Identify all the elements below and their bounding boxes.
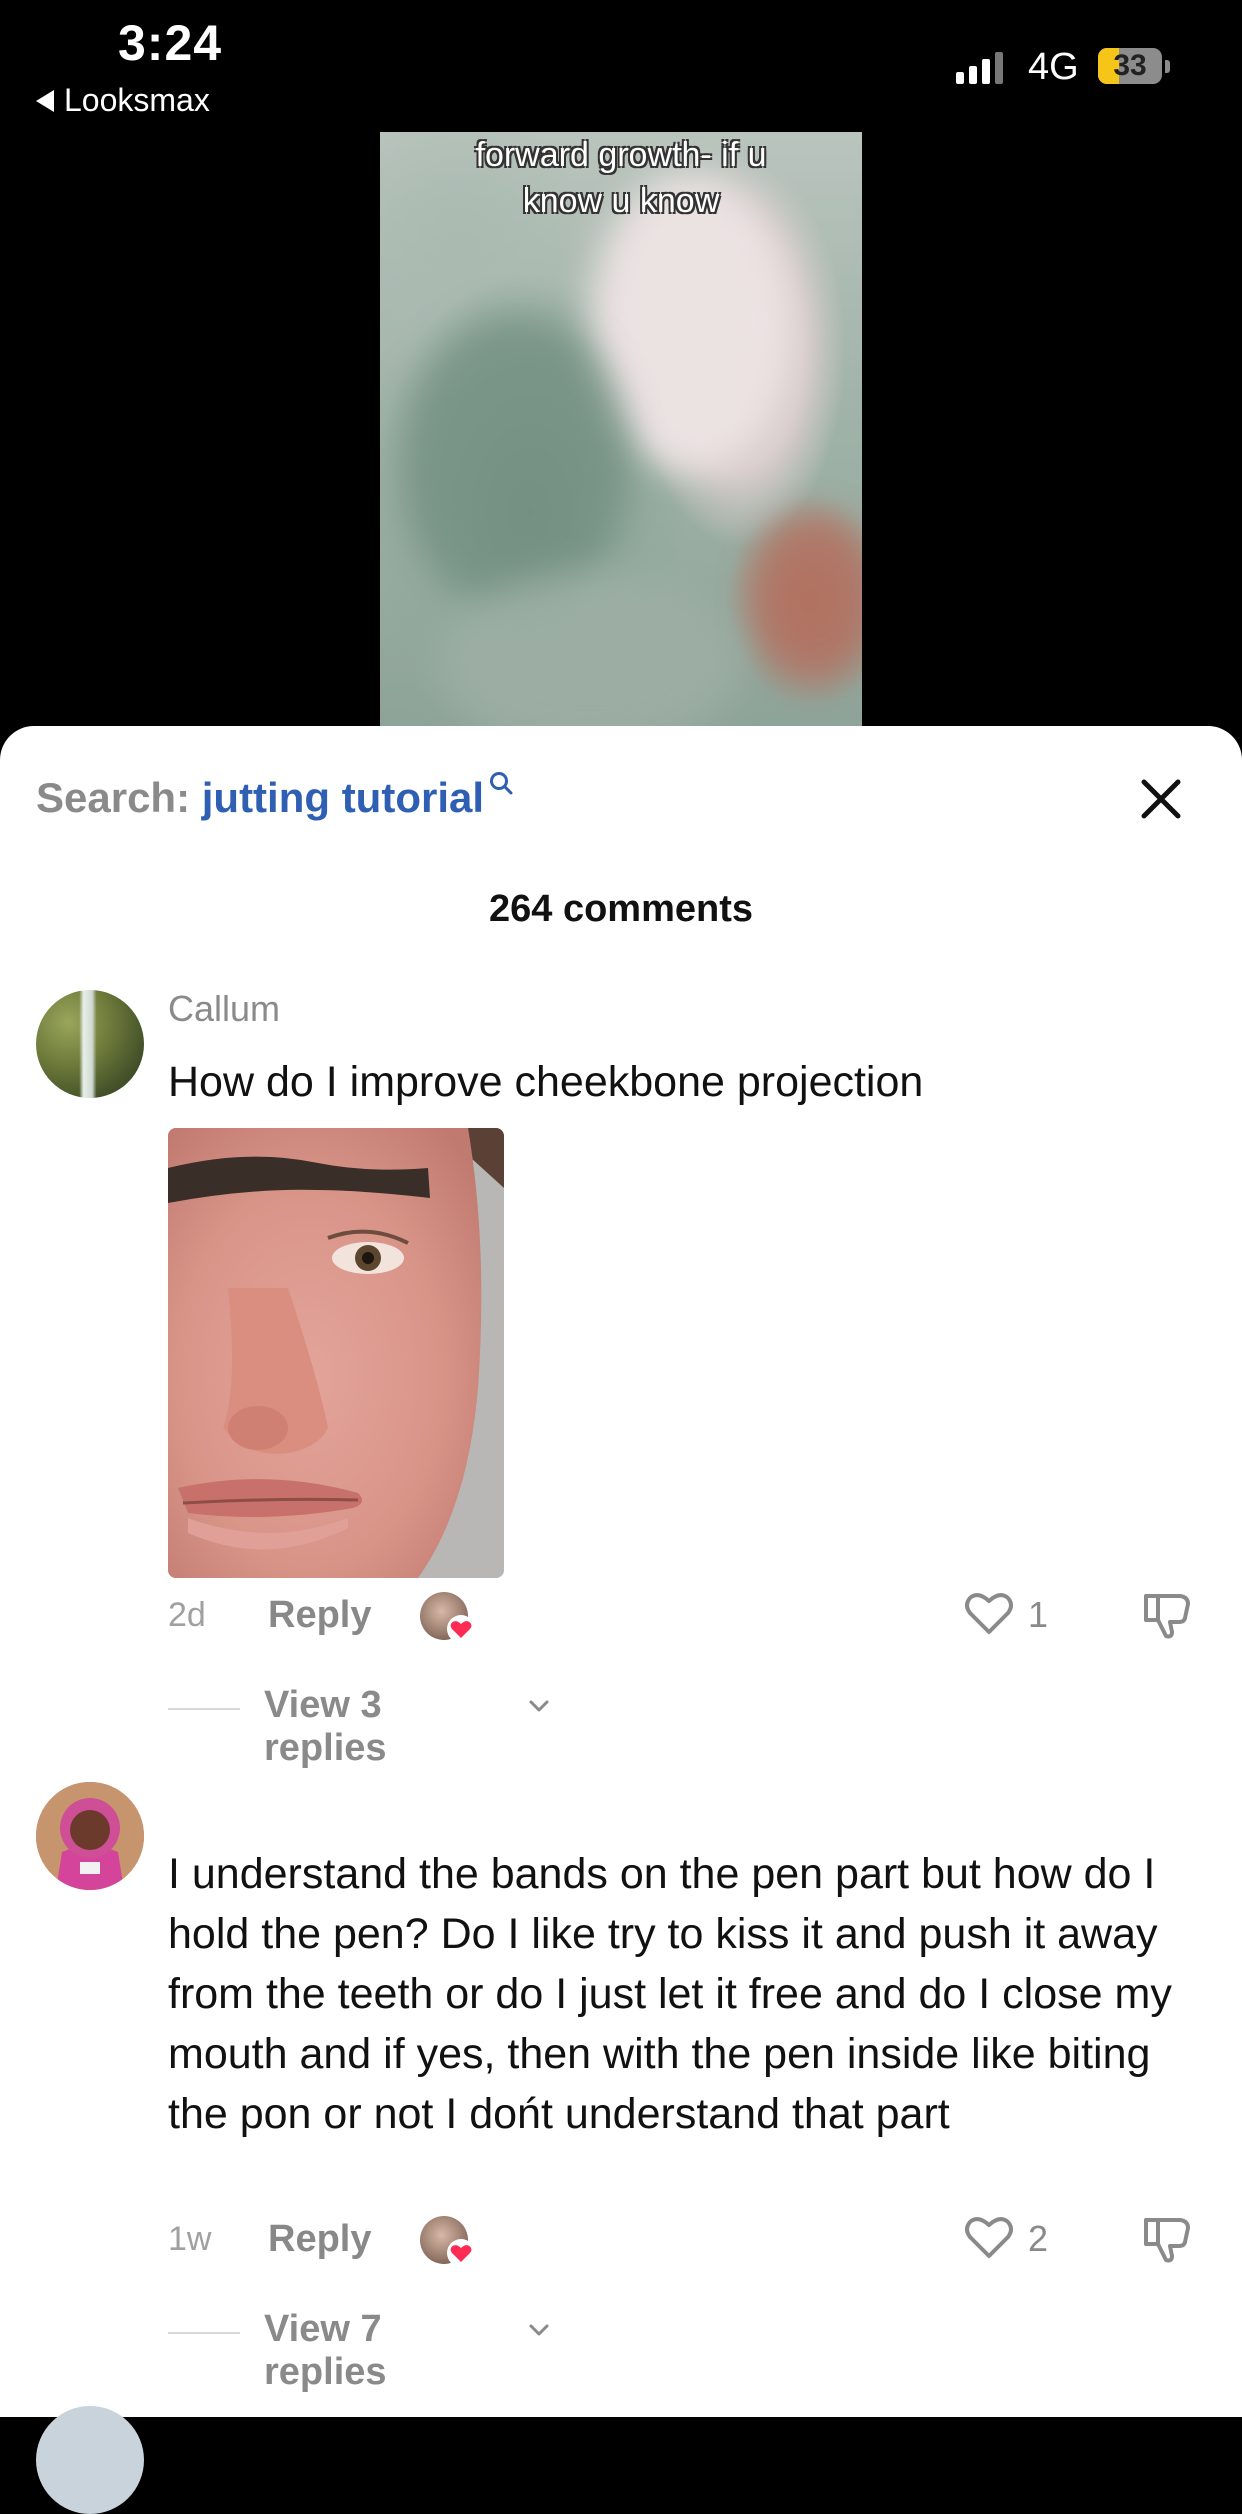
like-count: 1 bbox=[1028, 1594, 1049, 1635]
signal-icon bbox=[956, 50, 1003, 84]
battery-icon: 33 bbox=[1098, 48, 1162, 84]
search-label: Search: bbox=[36, 774, 191, 821]
comments-sheet: Search: jutting tutorial 264 comments Ca… bbox=[0, 726, 1242, 2514]
view-replies-label: View 7 replies bbox=[264, 2308, 387, 2393]
comment-actions: 2d Reply 1 bbox=[168, 1588, 1198, 1648]
avatar[interactable] bbox=[36, 990, 144, 1098]
dislike-icon[interactable] bbox=[1140, 1588, 1194, 1642]
close-icon[interactable] bbox=[1138, 776, 1184, 822]
comment-photo[interactable] bbox=[168, 1128, 504, 1578]
back-to-app-button[interactable]: Looksmax bbox=[36, 82, 210, 119]
comment-time: 1w bbox=[168, 2220, 212, 2258]
comment-username[interactable]: Callum bbox=[168, 988, 280, 1030]
comment-time: 2d bbox=[168, 1596, 206, 1634]
battery-percent: 33 bbox=[1113, 49, 1147, 82]
chevron-down-icon bbox=[529, 1700, 549, 1712]
chevron-down-icon bbox=[529, 2324, 549, 2336]
heart-outline-icon[interactable] bbox=[962, 2212, 1016, 2262]
avatar[interactable] bbox=[36, 1782, 144, 1890]
video-player[interactable]: forward growth- if u know u know bbox=[380, 132, 862, 730]
heart-badge-icon bbox=[447, 1615, 475, 1643]
search-icon bbox=[490, 772, 513, 795]
caption-line: know u know bbox=[522, 182, 720, 220]
back-arrow-icon bbox=[36, 89, 54, 112]
network-type: 4G bbox=[1028, 46, 1079, 88]
comment-count: 264 comments bbox=[488, 888, 753, 930]
reply-button[interactable]: Reply bbox=[268, 2218, 371, 2261]
video-blur bbox=[750, 512, 862, 682]
view-replies-label: View 3 replies bbox=[264, 1684, 387, 1769]
search-suggestion[interactable]: Search: jutting tutorial bbox=[36, 772, 514, 822]
caption-line: forward growth- if u bbox=[475, 136, 767, 174]
dislike-icon[interactable] bbox=[1140, 2212, 1194, 2266]
like-count: 2 bbox=[1028, 2218, 1049, 2259]
search-term-link[interactable]: jutting tutorial bbox=[202, 774, 484, 821]
back-app-label: Looksmax bbox=[64, 82, 210, 118]
video-blur bbox=[400, 312, 630, 612]
heart-badge-icon bbox=[447, 2239, 475, 2267]
divider bbox=[168, 2332, 240, 2334]
reply-button[interactable]: Reply bbox=[268, 1594, 371, 1637]
comment-text: How do I improve cheekbone projection bbox=[168, 1058, 924, 1106]
comment-actions: 1w Reply 2 bbox=[168, 2212, 1198, 2272]
clock: 3:24 bbox=[118, 15, 223, 71]
video-caption: forward growth- if u know u know bbox=[380, 132, 862, 224]
divider bbox=[168, 1708, 240, 1710]
heart-outline-icon[interactable] bbox=[962, 1588, 1016, 1638]
status-bar: 3:24 Looksmax 4G 33 bbox=[0, 0, 1242, 130]
avatar[interactable] bbox=[36, 2406, 144, 2514]
battery-nub bbox=[1165, 60, 1170, 73]
comment-text: I understand the bands on the pen part b… bbox=[168, 1850, 1172, 2138]
